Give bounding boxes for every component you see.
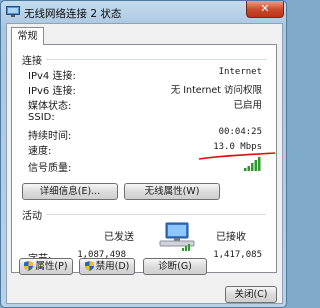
speed-label: 速度:: [28, 146, 52, 157]
general-tab-panel: 连接 IPv4 连接: Internet IPv6 连接: 无 Internet…: [11, 44, 277, 273]
connection-group-label: 连接: [22, 56, 42, 67]
duration-value: 00:04:25: [218, 127, 262, 137]
network-status-icon: [6, 6, 20, 17]
close-window-button[interactable]: ✕: [246, 1, 284, 18]
diagnose-button[interactable]: 诊断(G): [143, 258, 207, 275]
red-underline-annotation: [198, 152, 276, 160]
window-title: 无线网络连接 2 状态: [24, 8, 122, 20]
signal-quality-label: 信号质量:: [28, 163, 72, 174]
bytes-received-value: 1,417,085: [213, 250, 262, 260]
activity-group-label: 活动: [22, 211, 42, 222]
properties-button[interactable]: 属性(P): [19, 258, 73, 275]
ipv4-value: Internet: [218, 67, 262, 77]
received-label: 已接收: [216, 232, 246, 243]
status-dialog: 无线网络连接 2 状态 ✕ 常规 连接 IPv4 连接: Internet IP…: [0, 0, 287, 308]
disable-button[interactable]: 禁用(D): [79, 258, 135, 275]
ipv6-label: IPv6 连接:: [28, 86, 76, 97]
tab-general[interactable]: 常规: [11, 27, 44, 45]
disable-button-label: 禁用(D): [95, 261, 130, 272]
activity-divider: [46, 214, 266, 215]
uac-shield-icon: [84, 261, 94, 271]
media-state-value: 已启用: [233, 100, 262, 111]
connection-divider: [46, 59, 266, 60]
uac-shield-icon: [24, 261, 34, 271]
dialog-client: 常规 连接 IPv4 连接: Internet IPv6 连接: 无 Inter…: [6, 23, 283, 304]
network-computers-icon: [159, 222, 195, 251]
ipv6-value: 无 Internet 访问权限: [170, 85, 262, 96]
close-button[interactable]: 关闭(C): [225, 286, 277, 303]
speed-value: 13.0 Mbps: [213, 142, 262, 152]
duration-label: 持续时间:: [28, 131, 72, 142]
ssid-label: SSID:: [28, 112, 55, 123]
ipv4-label: IPv4 连接:: [28, 71, 76, 82]
signal-strength-icon: [244, 157, 261, 171]
sent-label: 已发送: [104, 232, 134, 243]
properties-button-label: 属性(P): [35, 261, 68, 272]
wireless-properties-button[interactable]: 无线属性(W): [124, 183, 220, 200]
media-state-label: 媒体状态:: [28, 101, 72, 112]
details-button[interactable]: 详细信息(E)...: [22, 183, 118, 200]
title-bar[interactable]: 无线网络连接 2 状态 ✕: [1, 1, 286, 23]
